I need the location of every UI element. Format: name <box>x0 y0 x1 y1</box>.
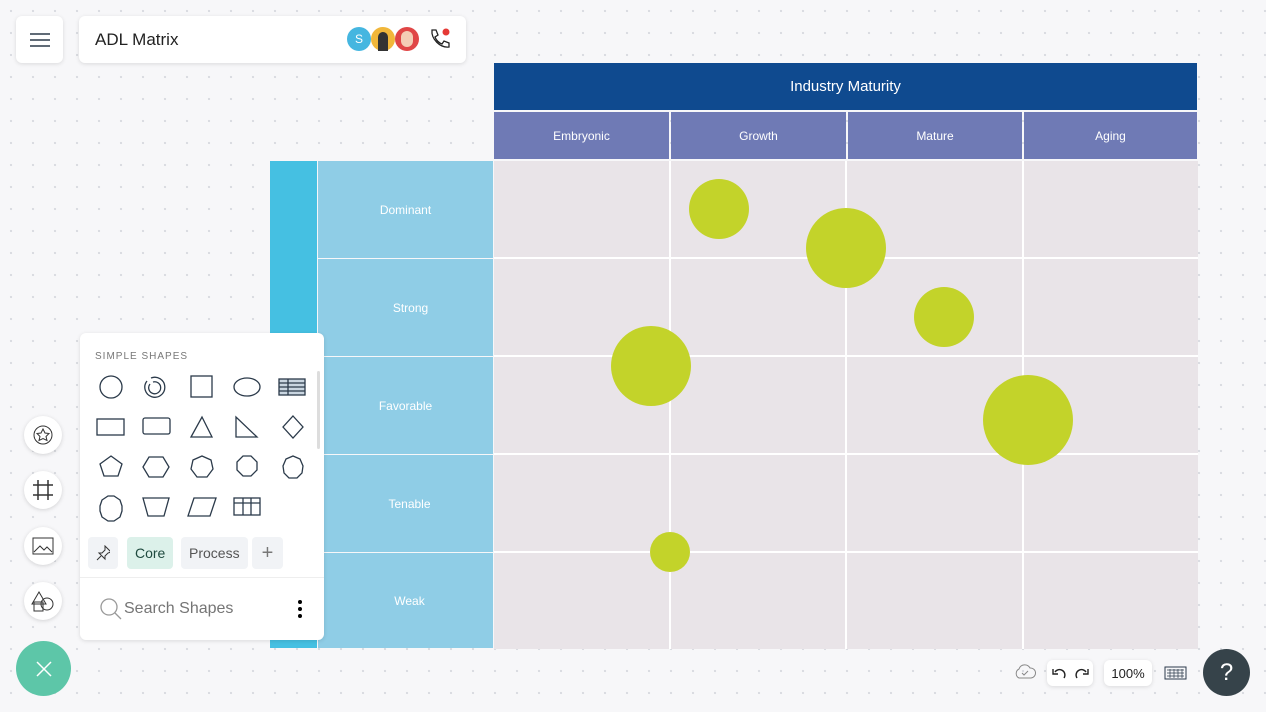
image-icon <box>32 537 54 555</box>
rectangle-shape <box>96 418 125 436</box>
pin-tab[interactable] <box>88 537 118 569</box>
bubble <box>983 375 1073 465</box>
rounded-rectangle-shape <box>142 417 171 435</box>
row-label: Tenable <box>318 455 493 552</box>
cloud-saved-icon <box>1015 664 1037 679</box>
row-label: Strong <box>318 259 493 356</box>
search-icon <box>100 598 122 620</box>
frame-icon <box>33 480 53 500</box>
scrollbar[interactable] <box>317 371 320 449</box>
matrix-title: Industry Maturity <box>494 63 1197 110</box>
square-shape <box>190 375 213 398</box>
section-title: SIMPLE SHAPES <box>95 351 189 362</box>
add-library-button[interactable]: + <box>252 537 283 569</box>
grid-table-shape <box>233 497 261 516</box>
image-button[interactable] <box>24 527 62 565</box>
diamond-shape <box>282 415 304 439</box>
hamburger-icon <box>29 32 50 47</box>
column-header: Growth <box>671 112 846 159</box>
column-header: Mature <box>848 112 1022 159</box>
menu-button[interactable] <box>16 16 63 63</box>
title-bar: ADL Matrix S <box>79 16 466 63</box>
search-shapes-input[interactable] <box>124 597 264 621</box>
row-label: Dominant <box>318 161 493 258</box>
right-triangle-shape <box>235 415 259 438</box>
nonagon-shape <box>282 455 304 479</box>
parallelogram-shape <box>187 497 217 517</box>
phone-icon[interactable] <box>427 26 453 52</box>
avatar[interactable]: S <box>347 27 371 51</box>
keyboard-icon[interactable] <box>1164 666 1187 680</box>
close-icon <box>35 660 52 677</box>
avatar[interactable] <box>371 27 395 51</box>
octagon-shape <box>236 455 258 477</box>
column-header: Aging <box>1024 112 1197 159</box>
column-header: Embryonic <box>494 112 669 159</box>
table-shape <box>278 378 306 396</box>
trapezoid-shape <box>142 497 170 517</box>
pin-icon <box>96 545 110 561</box>
row-label: Favorable <box>318 357 493 454</box>
shapes-icon <box>31 591 54 612</box>
triangle-shape <box>189 415 214 438</box>
shapes-panel: SIMPLE SHAPES Core Process + <box>80 333 324 640</box>
arc-shape <box>144 376 166 398</box>
tab-core[interactable]: Core <box>127 537 174 569</box>
circle-shape <box>99 375 123 399</box>
star-shapes-button[interactable] <box>24 416 62 454</box>
undo-redo-group <box>1047 660 1093 686</box>
bubble <box>650 532 690 572</box>
ellipse-shape <box>233 377 261 397</box>
pentagon-shape <box>99 455 123 477</box>
frame-button[interactable] <box>24 471 62 509</box>
redo-icon[interactable] <box>1074 667 1089 679</box>
bubble <box>611 326 691 406</box>
bubble <box>806 208 886 288</box>
row-label: Weak <box>318 553 493 648</box>
shapes-button[interactable] <box>24 582 62 620</box>
decagon-shape <box>99 495 123 522</box>
more-options-icon[interactable] <box>295 599 305 619</box>
star-icon <box>33 425 53 445</box>
tab-process[interactable]: Process <box>181 537 248 569</box>
close-fab-button[interactable] <box>16 641 71 696</box>
help-button[interactable]: ? <box>1203 649 1250 696</box>
avatar[interactable] <box>395 27 419 51</box>
bubble <box>689 179 749 239</box>
matrix-grid <box>494 161 1198 649</box>
shape-grid[interactable] <box>90 368 315 528</box>
document-title[interactable]: ADL Matrix <box>95 30 178 50</box>
zoom-level[interactable]: 100% <box>1104 660 1152 686</box>
undo-icon[interactable] <box>1051 667 1066 679</box>
bubble <box>914 287 974 347</box>
hexagon-shape <box>142 456 170 478</box>
heptagon-shape <box>190 455 214 478</box>
